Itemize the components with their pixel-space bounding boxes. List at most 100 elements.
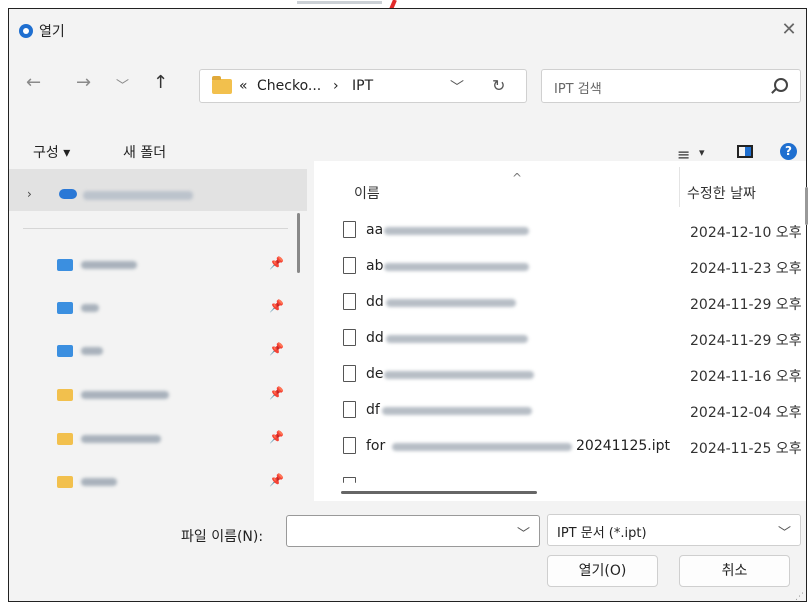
expand-chevron-icon[interactable]: › [27, 187, 32, 201]
file-row[interactable]: de 2024-11-16 오후 [314, 359, 806, 395]
navigation-pane: › 📌 📌 📌 📌 📌 📌 [9, 161, 307, 501]
file-name-prefix: df [366, 402, 380, 418]
vertical-scrollbar[interactable] [805, 187, 808, 225]
file-name-redacted [392, 443, 572, 451]
search-icon[interactable] [774, 78, 788, 92]
file-row[interactable] [314, 467, 806, 501]
resize-grip-icon[interactable]: ⋰ [795, 592, 804, 602]
pin-icon: 📌 [269, 256, 284, 270]
filename-field[interactable]: ﹀ [286, 515, 540, 547]
file-name-prefix: for [366, 438, 386, 454]
file-date: 2024-11-29 오후 [690, 297, 802, 313]
file-list: ^ 이름 수정한 날짜 aa 2024-12-10 오후 ab 2024-11-… [314, 161, 806, 501]
breadcrumb-overflow[interactable]: « [239, 78, 248, 94]
organize-button[interactable]: 구성 ▾ [33, 142, 70, 162]
file-type-chevron-icon[interactable]: ﹀ [778, 522, 791, 541]
file-row[interactable]: aa 2024-12-10 오후 [314, 215, 806, 251]
folder-icon [57, 433, 73, 445]
file-icon [343, 401, 356, 418]
view-chevron-icon[interactable]: ▾ [699, 146, 705, 159]
file-name-suffix: 20241125.ipt [576, 438, 670, 454]
pin-icon: 📌 [269, 430, 284, 444]
file-row[interactable]: for 20241125.ipt 2024-11-25 오후 [314, 431, 806, 467]
file-date: 2024-11-25 오후 [690, 441, 802, 457]
open-button[interactable]: 열기(O) [547, 555, 658, 587]
app-icon [19, 24, 33, 38]
file-name-prefix: ab [366, 258, 384, 274]
folder-icon [57, 302, 73, 314]
nav-item-label-redacted [83, 191, 193, 200]
nav-item-pictures-kr[interactable]: 📌 [9, 288, 307, 328]
filename-label: 파일 이름(N): [181, 529, 264, 545]
help-icon[interactable]: ? [780, 143, 797, 160]
nav-divider [23, 228, 288, 229]
nav-item-folder[interactable]: 📌 [9, 462, 307, 501]
file-date: 2024-12-10 오후 [690, 225, 802, 241]
pin-icon: 📌 [269, 473, 284, 487]
file-row[interactable]: ab 2024-11-23 오후 [314, 251, 806, 287]
new-folder-button[interactable]: 새 폴더 [123, 142, 166, 162]
horizontal-scrollbar[interactable] [341, 491, 537, 494]
search-placeholder: IPT 검색 [554, 82, 602, 97]
folder-icon [57, 476, 73, 488]
folder-icon [212, 76, 232, 94]
cancel-button[interactable]: 취소 [679, 555, 790, 587]
breadcrumb-checko[interactable]: Checko... [257, 78, 321, 94]
forward-arrow-icon[interactable]: → [76, 72, 91, 93]
folder-icon [57, 345, 73, 357]
onedrive-cloud-icon [59, 189, 77, 199]
sort-ascending-icon: ^ [512, 171, 523, 185]
nav-item-documents-kr[interactable]: 📌 [9, 331, 307, 371]
file-row[interactable]: df 2024-12-04 오후 [314, 395, 806, 431]
breadcrumb-ipt[interactable]: IPT [352, 78, 373, 94]
nav-item-downloads-kr[interactable]: 📌 [9, 245, 307, 285]
file-icon [343, 477, 356, 483]
open-file-dialog: 열기 ✕ ← → ﹀ ↑ « Checko... › IPT ﹀ ↻ IPT 검… [8, 8, 808, 602]
file-icon [343, 437, 356, 454]
file-icon [343, 221, 356, 238]
nav-item-label-redacted [81, 435, 161, 443]
file-type-value: IPT 문서 (*.ipt) [557, 526, 647, 541]
preview-pane-icon[interactable] [737, 145, 753, 158]
file-row[interactable]: dd 2024-11-29 오후 [314, 287, 806, 323]
folder-icon [57, 389, 73, 401]
nav-item-onedrive[interactable]: › [9, 169, 307, 211]
nav-item-label-redacted [81, 478, 117, 486]
address-bar[interactable]: « Checko... › IPT ﹀ ↻ [199, 69, 527, 103]
file-name-redacted [382, 407, 532, 415]
file-date: 2024-11-16 오후 [690, 369, 802, 385]
search-input[interactable]: IPT 검색 [541, 69, 801, 103]
up-arrow-icon[interactable]: ↑ [153, 72, 168, 93]
column-header-name[interactable]: 이름 [354, 183, 380, 203]
back-arrow-icon[interactable]: ← [26, 72, 41, 93]
file-name-prefix: dd [366, 330, 384, 346]
address-dropdown-chevron-icon[interactable]: ﹀ [450, 77, 464, 97]
file-icon [343, 365, 356, 382]
refresh-icon[interactable]: ↻ [492, 76, 505, 95]
nav-item-label-redacted [81, 304, 99, 312]
file-icon [343, 257, 356, 274]
close-icon[interactable]: ✕ [777, 19, 801, 41]
nav-item-downloads[interactable]: 📌 [9, 419, 307, 459]
window-title: 열기 [39, 24, 65, 40]
recent-locations-chevron-icon[interactable]: ﹀ [116, 75, 129, 94]
file-name-prefix: de [366, 366, 384, 382]
breadcrumb-separator: › [333, 78, 339, 94]
file-date: 2024-11-23 오후 [690, 261, 802, 277]
column-separator[interactable] [679, 167, 680, 207]
file-name-redacted [386, 299, 516, 307]
file-name-prefix: dd [366, 294, 384, 310]
filename-dropdown-chevron-icon[interactable]: ﹀ [517, 523, 530, 542]
nav-item-label-redacted [81, 261, 137, 269]
pin-icon: 📌 [269, 342, 284, 356]
file-name-redacted [384, 227, 529, 235]
file-icon [343, 293, 356, 310]
file-date: 2024-11-29 오후 [690, 333, 802, 349]
nav-item-documents[interactable]: 📌 [9, 375, 307, 415]
column-header-date[interactable]: 수정한 날짜 [687, 183, 756, 203]
file-name-redacted [384, 371, 534, 379]
file-row[interactable]: dd 2024-11-29 오후 [314, 323, 806, 359]
file-type-select[interactable]: IPT 문서 (*.ipt) ﹀ [547, 514, 801, 546]
file-date: 2024-12-04 오후 [690, 405, 802, 421]
title-bar: 열기 ✕ [9, 9, 806, 51]
